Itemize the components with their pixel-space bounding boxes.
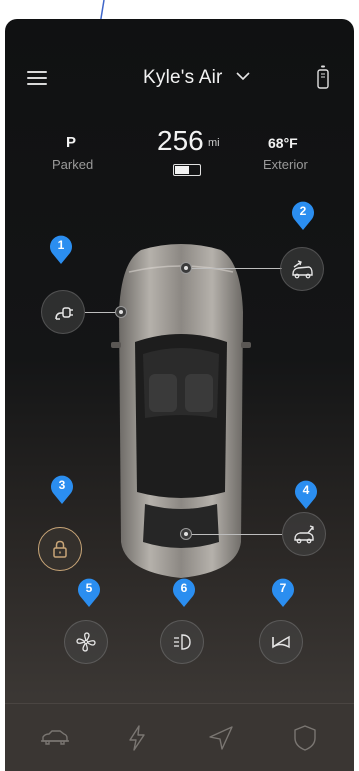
tab-charging[interactable] xyxy=(121,722,153,754)
battery-icon xyxy=(173,164,201,176)
frunk-connector xyxy=(187,268,282,269)
charge-port-button[interactable] xyxy=(41,290,85,334)
horn-button[interactable] xyxy=(259,620,303,664)
trunk-point xyxy=(180,528,192,540)
marker-1: 1 xyxy=(49,235,73,265)
top-bar: Kyle's Air xyxy=(5,65,354,95)
temperature-label: Exterior xyxy=(263,157,308,172)
climate-button[interactable] xyxy=(64,620,108,664)
trunk-button[interactable] xyxy=(282,512,326,556)
tab-navigation[interactable] xyxy=(205,722,237,754)
gear-label: Parked xyxy=(52,157,94,172)
fan-icon xyxy=(76,632,96,652)
headlights-button[interactable] xyxy=(160,620,204,664)
charge-point xyxy=(115,306,127,318)
range-unit: mi xyxy=(208,137,220,149)
lock-button[interactable] xyxy=(38,527,82,571)
charge-port-icon xyxy=(55,307,73,320)
car-icon xyxy=(41,730,69,745)
tab-vehicle[interactable] xyxy=(39,722,71,754)
exterior-temperature: 68°F xyxy=(268,135,298,151)
gear-indicator: P xyxy=(66,134,77,151)
menu-icon[interactable] xyxy=(27,71,47,85)
vehicle-name[interactable]: Kyle's Air xyxy=(143,67,223,89)
headlight-icon xyxy=(174,634,191,650)
chevron-down-icon[interactable] xyxy=(236,71,250,81)
marker-4: 4 xyxy=(294,480,318,510)
app-screen: Kyle's Air P Parked 256 mi 68°F Exterior xyxy=(5,19,354,771)
status-row: P Parked 256 mi 68°F Exterior xyxy=(5,125,354,185)
phone-key-icon[interactable] xyxy=(317,65,329,89)
frunk-point xyxy=(180,262,192,274)
frunk-button[interactable] xyxy=(280,247,324,291)
lock-icon xyxy=(53,540,67,558)
bottom-tab-bar xyxy=(5,703,354,771)
marker-6: 6 xyxy=(172,578,196,608)
marker-2: 2 xyxy=(291,201,315,231)
marker-3: 3 xyxy=(50,475,74,505)
marker-7: 7 xyxy=(271,578,295,608)
bolt-icon xyxy=(129,725,145,751)
shield-icon xyxy=(294,725,316,751)
tab-security[interactable] xyxy=(289,722,321,754)
horn-icon xyxy=(272,635,290,649)
range-value: 256 xyxy=(157,125,204,156)
frunk-open-icon xyxy=(292,260,313,279)
trunk-open-icon xyxy=(294,525,314,544)
trunk-connector xyxy=(187,534,282,535)
navigation-icon xyxy=(209,726,233,750)
marker-5: 5 xyxy=(77,578,101,608)
